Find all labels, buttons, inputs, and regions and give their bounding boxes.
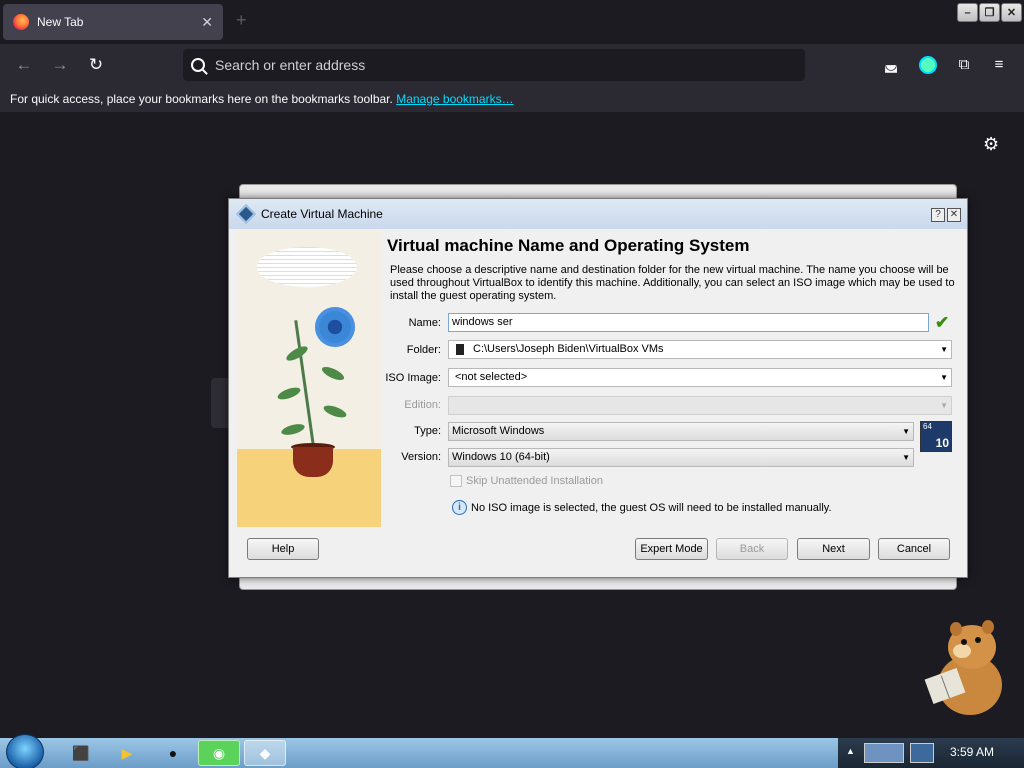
- type-value: Microsoft Windows: [452, 425, 545, 437]
- version-label: Version:: [401, 451, 441, 463]
- system-tray: ▲: [838, 738, 1024, 768]
- wizard-illustration: [237, 229, 381, 527]
- taskbar: ⬛ ▶ ● ◉ ◆ ▲ 3:59 AM: [0, 734, 1024, 768]
- folder-select[interactable]: C:\Users\Joseph Biden\VirtualBox VMs ▼: [448, 340, 952, 359]
- type-select[interactable]: Microsoft Windows ▼: [448, 422, 914, 441]
- tab-new-tab[interactable]: New Tab ✕: [3, 4, 223, 40]
- valid-check-icon: ✔: [935, 313, 950, 332]
- skip-unattended-checkbox: [450, 475, 462, 487]
- taskbar-app-icon[interactable]: ⬛: [60, 740, 102, 766]
- start-button[interactable]: [6, 734, 44, 768]
- page-description: Please choose a descriptive name and des…: [390, 264, 955, 302]
- clock[interactable]: 3:59 AM: [950, 745, 994, 759]
- name-field[interactable]: windows ser: [448, 313, 929, 332]
- manage-bookmarks-link[interactable]: Manage bookmarks…: [396, 92, 513, 106]
- media-player-icon[interactable]: ▶: [106, 740, 148, 766]
- account-icon[interactable]: [919, 56, 937, 74]
- close-tab-icon[interactable]: ✕: [201, 14, 213, 31]
- create-vm-dialog: Create Virtual Machine ? ✕ Virtual machi…: [228, 198, 968, 578]
- virtualbox-taskbar-icon[interactable]: ◆: [244, 740, 286, 766]
- firefox-icon: [13, 14, 29, 30]
- help-icon[interactable]: ?: [931, 208, 945, 222]
- cloud-graphic: [257, 247, 357, 287]
- tray-app-icon[interactable]: [910, 743, 934, 763]
- dropdown-arrow-icon: ▼: [940, 373, 948, 382]
- dropdown-arrow-icon: ▼: [940, 345, 948, 354]
- iso-value: <not selected>: [455, 371, 528, 383]
- iso-label: ISO Image:: [385, 372, 441, 384]
- search-icon: [191, 58, 205, 72]
- firefox-taskbar-icon[interactable]: ◉: [198, 740, 240, 766]
- gear-icon[interactable]: ⚙: [983, 134, 999, 155]
- address-input[interactable]: [215, 57, 775, 73]
- forward-arrow-icon[interactable]: →: [48, 53, 72, 77]
- flower-pot: [293, 447, 333, 477]
- nav-bar: ← → ↻ ◛ ⧉ ≡: [0, 44, 1024, 86]
- dialog-titlebar: Create Virtual Machine: [229, 199, 967, 229]
- new-tab-plus-icon[interactable]: +: [236, 10, 247, 31]
- network-icon[interactable]: [864, 743, 904, 763]
- version-select[interactable]: Windows 10 (64-bit) ▼: [448, 448, 914, 467]
- tab-strip: New Tab ✕ + – ❐ ✕: [0, 0, 1024, 44]
- os-badge-bits: 64: [923, 422, 932, 431]
- page-heading: Virtual machine Name and Operating Syste…: [387, 236, 750, 255]
- tab-title: New Tab: [37, 15, 84, 29]
- pocket-icon[interactable]: ◛: [880, 54, 902, 76]
- dropdown-arrow-icon: ▼: [902, 453, 910, 462]
- menu-icon[interactable]: ≡: [988, 54, 1010, 76]
- tray-expand-icon[interactable]: ▲: [846, 746, 855, 756]
- address-bar[interactable]: [183, 49, 805, 81]
- restore-button[interactable]: ❐: [979, 3, 1000, 22]
- blue-flower: [315, 307, 355, 347]
- minimize-button[interactable]: –: [957, 3, 978, 22]
- folder-label: Folder:: [406, 344, 441, 356]
- info-icon: i: [452, 500, 467, 515]
- edition-label: Edition:: [404, 399, 441, 411]
- leaf: [322, 403, 348, 420]
- leaf: [276, 385, 302, 402]
- bookmarks-hint: For quick access, place your bookmarks h…: [10, 92, 393, 106]
- dropdown-arrow-icon: ▼: [902, 427, 910, 436]
- bookmarks-toolbar: For quick access, place your bookmarks h…: [0, 86, 1024, 112]
- hamster-mascot-image: [924, 620, 1002, 715]
- dialog-title: Create Virtual Machine: [261, 207, 383, 221]
- back-button: Back: [716, 538, 788, 560]
- iso-select[interactable]: <not selected> ▼: [448, 368, 952, 387]
- folder-icon: [456, 344, 464, 355]
- back-arrow-icon[interactable]: ←: [12, 53, 36, 77]
- skip-unattended-label: Skip Unattended Installation: [466, 475, 603, 487]
- leaf: [280, 422, 306, 437]
- extensions-icon[interactable]: ⧉: [953, 54, 975, 76]
- leaf: [320, 364, 346, 383]
- window-controls: – ❐ ✕: [957, 3, 1022, 22]
- type-label: Type:: [414, 425, 441, 437]
- dropdown-arrow-icon: ▼: [940, 401, 948, 410]
- expert-mode-button[interactable]: Expert Mode: [635, 538, 708, 560]
- help-button[interactable]: Help: [247, 538, 319, 560]
- version-value: Windows 10 (64-bit): [452, 451, 550, 463]
- os-badge-version: 10: [935, 436, 949, 450]
- reload-icon[interactable]: ↻: [84, 53, 108, 77]
- dialog-controls: ? ✕: [931, 208, 961, 222]
- name-label: Name:: [408, 317, 441, 329]
- taskbar-app-icon[interactable]: ●: [152, 740, 194, 766]
- info-message: No ISO image is selected, the guest OS w…: [471, 502, 832, 514]
- next-button[interactable]: Next: [797, 538, 870, 560]
- close-window-button[interactable]: ✕: [1001, 3, 1022, 22]
- windows-10-os-icon: 64 10: [920, 421, 952, 452]
- cancel-button[interactable]: Cancel: [878, 538, 950, 560]
- edition-select: ▼: [448, 396, 952, 415]
- folder-value: C:\Users\Joseph Biden\VirtualBox VMs: [473, 343, 664, 355]
- virtualbox-icon: [236, 204, 256, 224]
- close-icon[interactable]: ✕: [947, 208, 961, 222]
